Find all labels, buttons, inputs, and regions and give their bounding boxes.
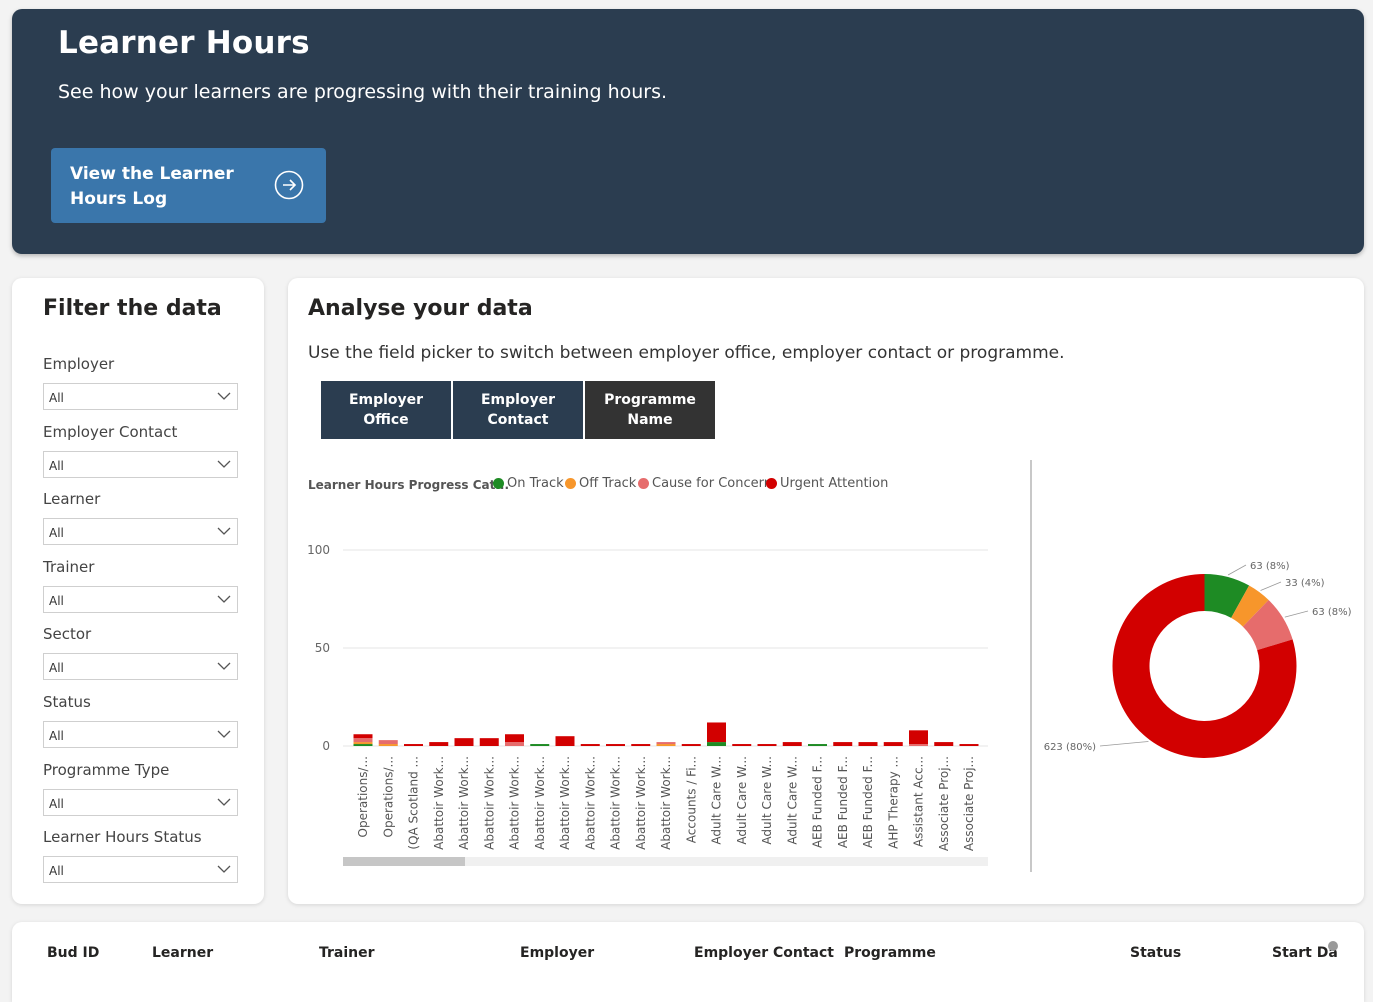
donut-leader-line <box>1227 564 1247 576</box>
donut-data-label: 33 (4%) <box>1285 578 1325 589</box>
donut-leader-line <box>1099 741 1149 747</box>
filter-dropdown-value: All <box>49 526 64 541</box>
analyse-panel: Analyse your data Use the field picker t… <box>288 278 1364 904</box>
chevron-down-icon <box>217 595 231 603</box>
filter-panel: Filter the data Employer All Employer Cont… <box>12 278 264 904</box>
filter-dropdown[interactable]: All <box>43 653 238 681</box>
filter-dropdown-value: All <box>49 796 64 811</box>
view-learner-hours-log-button[interactable]: View the Learner Hours Log <box>51 148 326 223</box>
filter-label: Sector <box>43 625 92 644</box>
scroll-indicator[interactable] <box>1328 941 1338 951</box>
filter-dropdown-value: All <box>49 864 64 879</box>
header-banner: Learner Hours See how your learners are … <box>12 9 1364 254</box>
view-log-button-label: View the Learner Hours Log <box>70 164 234 209</box>
filter-label: Learner <box>43 490 101 509</box>
column-header[interactable]: Programme <box>844 945 936 961</box>
donut-data-label: 63 (8%) <box>1312 607 1352 618</box>
chevron-down-icon <box>217 798 231 806</box>
learner-table: Bud ID Learner Trainer Employer Employer Con… <box>12 922 1364 1002</box>
arrow-right-circle-icon <box>274 170 304 200</box>
filter-dropdown-value: All <box>49 593 64 608</box>
column-header[interactable]: Learner <box>152 945 213 961</box>
chevron-down-icon <box>217 662 231 671</box>
filter-dropdown-value: All <box>49 458 64 473</box>
page-subtitle: See how your learners are progressing wi… <box>58 81 668 103</box>
chevron-down-icon <box>217 460 231 468</box>
filter-dropdown[interactable]: All <box>43 856 238 884</box>
filter-label: Employer <box>43 355 115 373</box>
chevron-down-icon <box>217 865 231 874</box>
column-header[interactable]: Trainer <box>319 945 375 961</box>
filter-dropdown[interactable]: All <box>43 788 238 816</box>
donut-leader-line <box>1260 581 1282 591</box>
filter-dropdown[interactable]: All <box>43 721 238 748</box>
filter-dropdown-value: All <box>49 391 64 405</box>
filter-title: Filter the data <box>43 296 222 321</box>
chevron-down-icon <box>217 527 231 536</box>
filter-label: Employer Contact <box>43 422 178 441</box>
chevron-down-icon <box>217 730 231 738</box>
chevron-down-icon <box>217 392 231 400</box>
column-header[interactable]: Employer <box>520 945 594 961</box>
filter-label: Learner Hours Status <box>43 828 202 847</box>
column-header[interactable]: Bud ID <box>47 945 99 961</box>
filter-dropdown-value: All <box>49 661 64 676</box>
filter-dropdown-value: All <box>49 729 64 743</box>
filter-label: Programme Type <box>43 760 170 779</box>
filter-dropdown[interactable]: All <box>43 383 238 410</box>
filter-label: Status <box>43 693 91 711</box>
donut-data-label: 63 (8%) <box>1250 561 1290 572</box>
filter-dropdown[interactable]: All <box>43 518 238 546</box>
donut-leader-line <box>1284 610 1309 618</box>
page-title: Learner Hours <box>58 25 310 61</box>
donut-data-label: 623 (80%) <box>1044 742 1096 753</box>
column-header[interactable]: Status <box>1130 945 1181 961</box>
filter-dropdown[interactable]: All <box>43 450 238 478</box>
filter-label: Trainer <box>43 557 95 576</box>
filter-dropdown[interactable]: All <box>43 585 238 613</box>
progress-donut-chart[interactable]: 63 (8%) 33 (4%) 63 (8%) 623 (80%) <box>288 278 1364 904</box>
column-header[interactable]: Employer Contact <box>694 945 834 961</box>
